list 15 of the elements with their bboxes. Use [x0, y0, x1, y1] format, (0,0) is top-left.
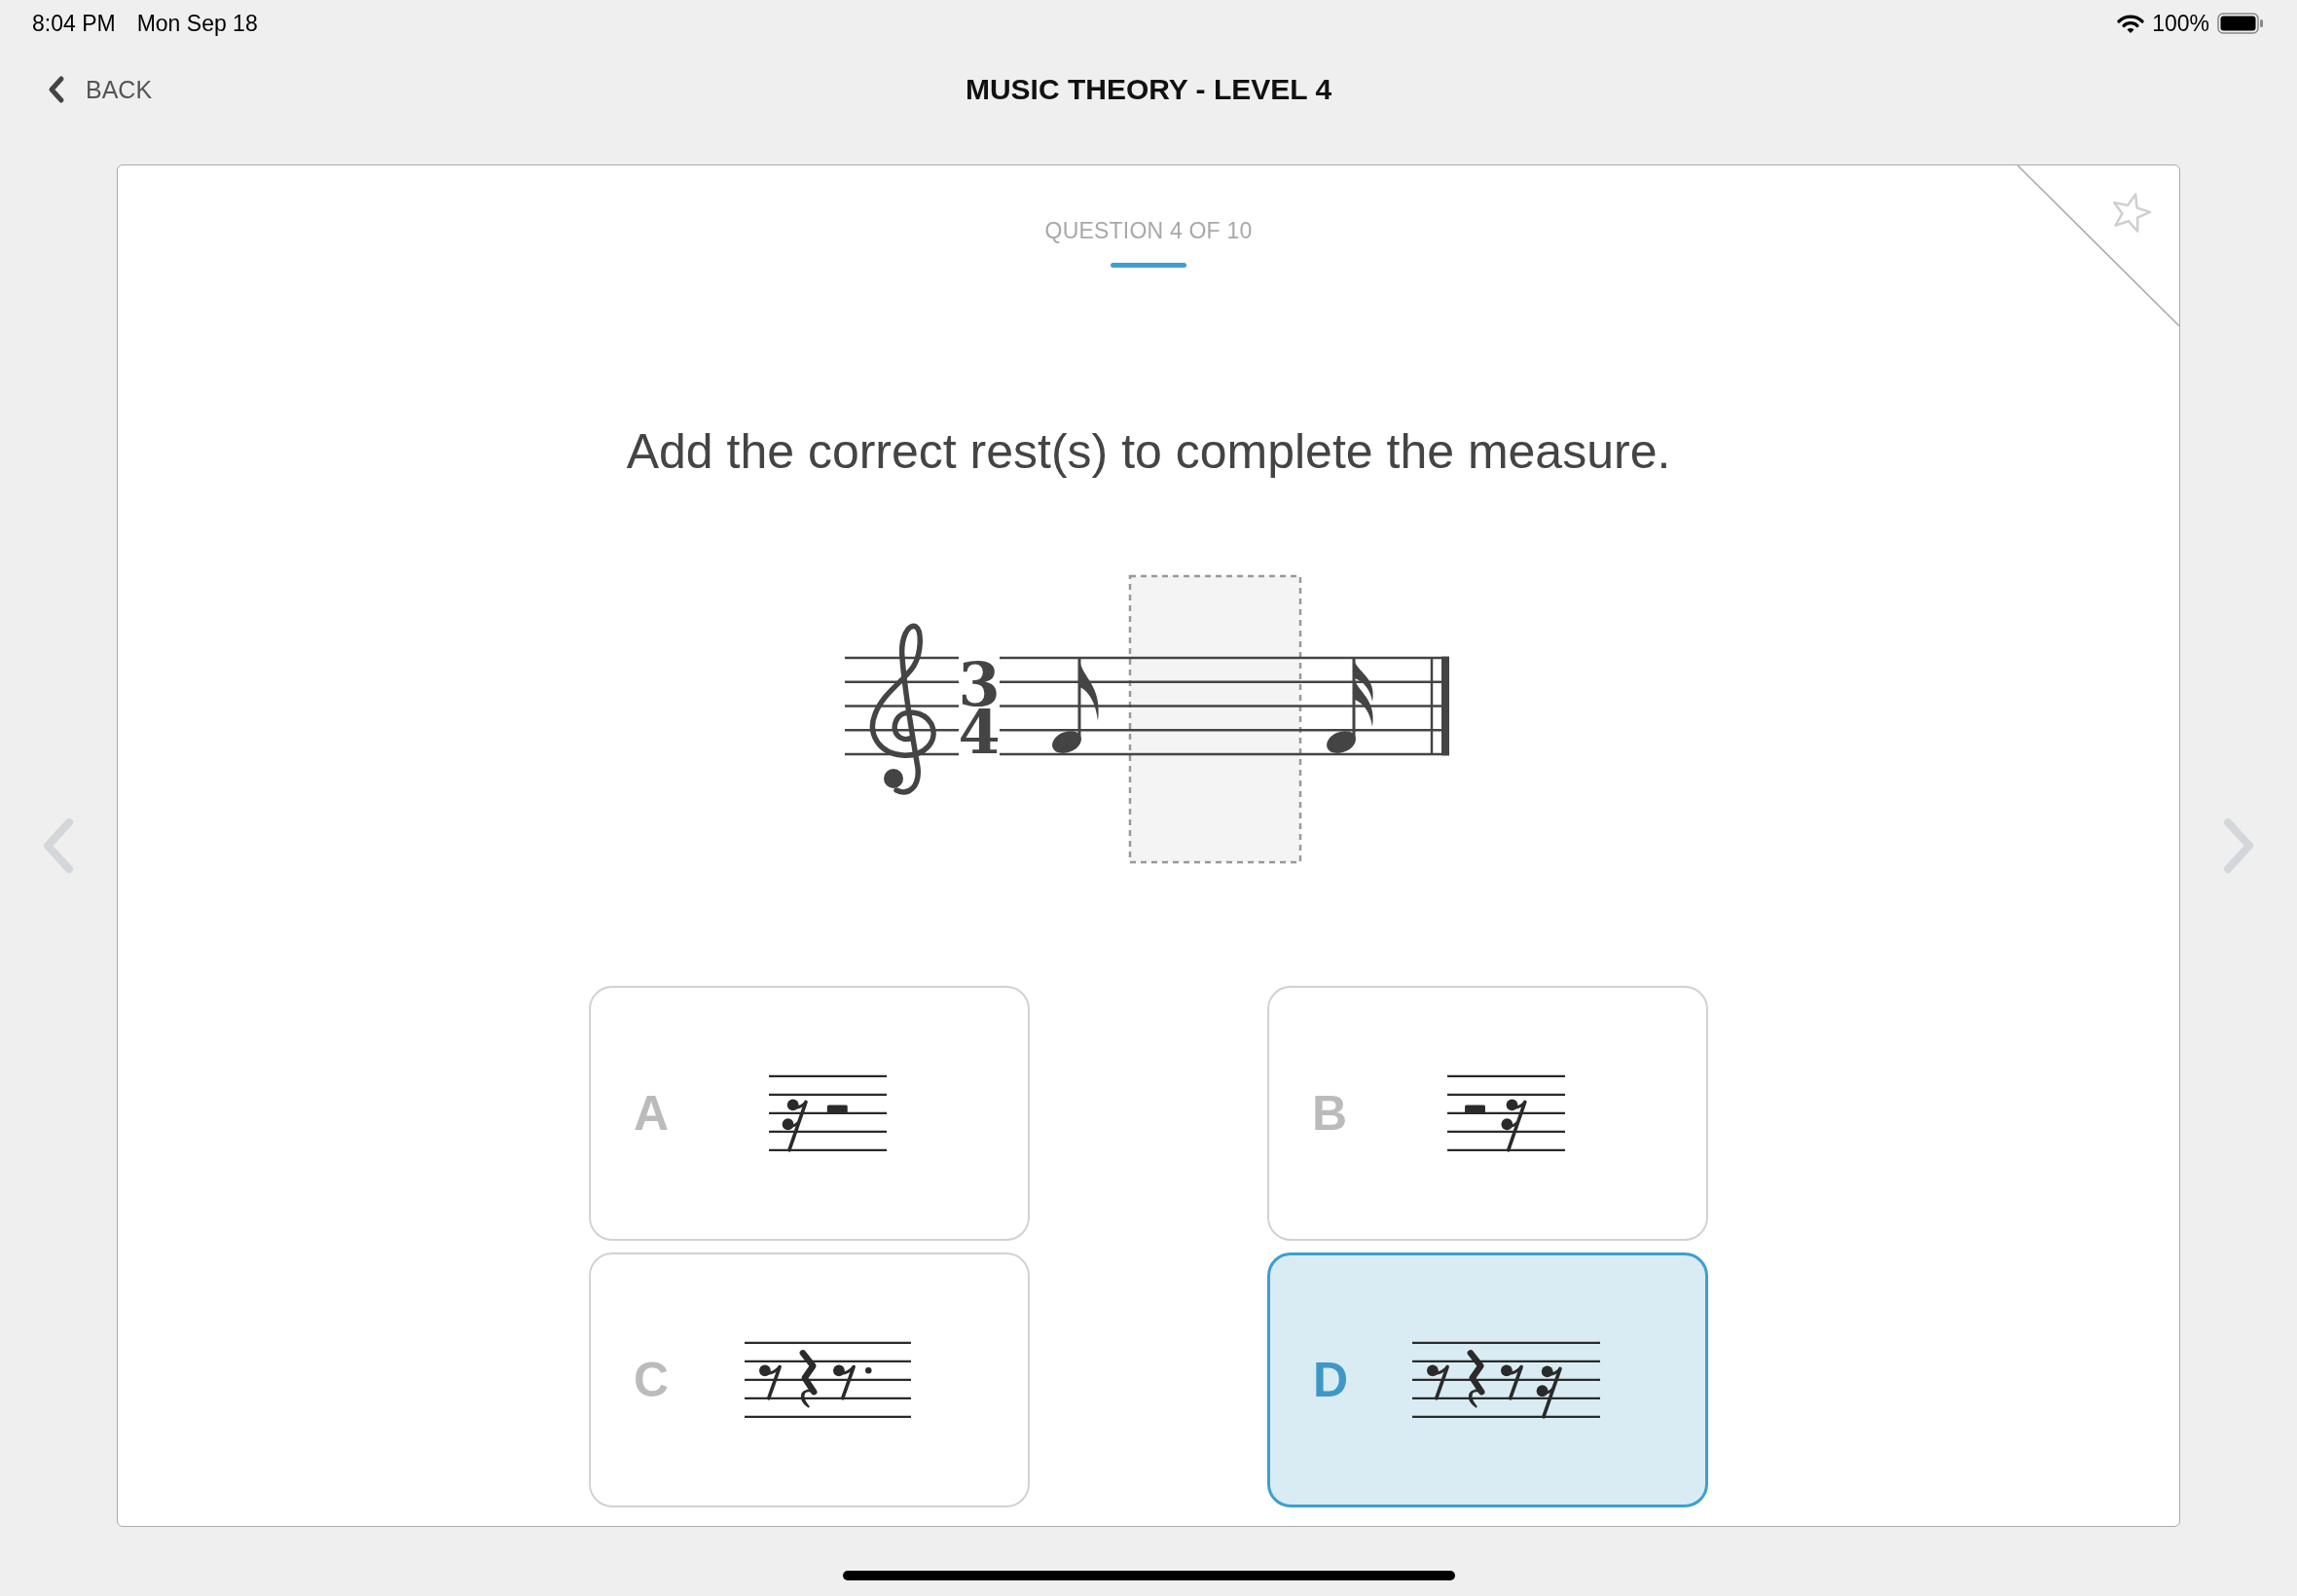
answer-option[interactable]: A [589, 986, 1030, 1241]
wifi-icon [2117, 13, 2145, 34]
status-time: 8:04 PM [32, 10, 116, 37]
answer-drop-zone[interactable] [1128, 574, 1302, 864]
battery-icon [2217, 13, 2264, 34]
answer-option[interactable]: D [1267, 1252, 1708, 1507]
answer-option[interactable]: B [1267, 986, 1708, 1241]
question-counter: QUESTION 4 OF 10 [1044, 217, 1253, 245]
answer-option[interactable]: C [589, 1252, 1030, 1507]
page-title: MUSIC THEORY - LEVEL 4 [965, 73, 1332, 106]
back-button[interactable]: BACK [47, 70, 153, 109]
battery-percentage: 100% [2152, 10, 2209, 37]
question-prompt: Add the correct rest(s) to complete the measure. [626, 423, 1671, 480]
status-date: Mon Sep 18 [136, 10, 258, 37]
chevron-left-icon [47, 74, 66, 105]
